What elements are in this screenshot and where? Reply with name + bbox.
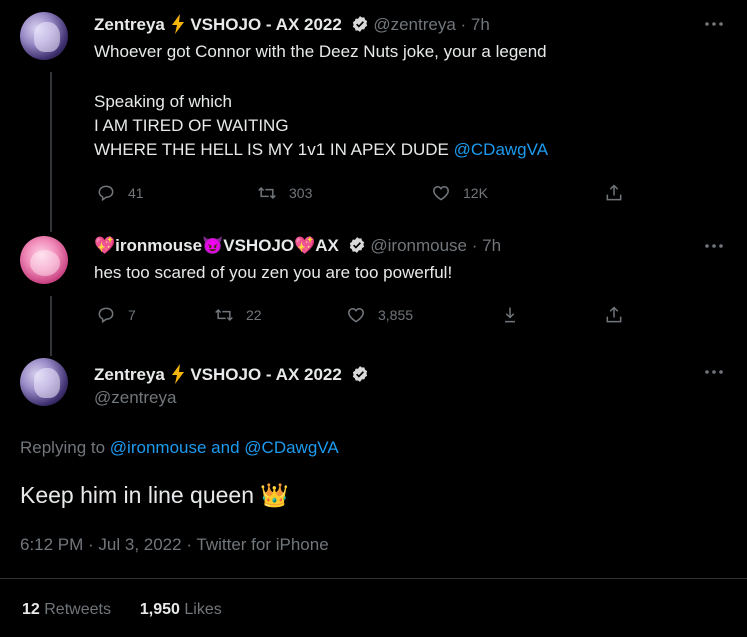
download-icon (505, 307, 515, 323)
avatar[interactable] (20, 236, 68, 284)
replying-prefix: Replying to (20, 438, 106, 457)
share-icon (606, 184, 622, 201)
more-options-icon[interactable] (704, 236, 724, 256)
reply-button[interactable]: 41 (96, 183, 144, 203)
timestamp[interactable]: 7h (471, 15, 490, 34)
like-label: Likes (184, 601, 222, 618)
tweet-text: hes too scared of you zen you are too po… (94, 263, 453, 282)
verified-badge-icon (352, 16, 367, 32)
divider (0, 578, 747, 579)
devil-emoji: 😈 (202, 236, 224, 255)
handle[interactable]: @zentreya (373, 15, 455, 34)
verified-badge-icon (349, 237, 364, 253)
display-name-part[interactable]: AX (315, 236, 339, 255)
tweet-text-line: I AM TIRED OF WAITING (94, 116, 289, 135)
retweet-button[interactable]: 22 (214, 305, 262, 325)
retweets-stat[interactable]: 12 Retweets (22, 601, 111, 618)
tweet-header: 💖ironmouse😈VSHOJO💖AX @ironmouse · 7h (94, 236, 501, 256)
share-icon (606, 306, 622, 323)
like-button[interactable]: 3,855 (346, 305, 413, 325)
reply-button[interactable]: 7 (96, 305, 136, 325)
main-tweet-name-row: Zentreya VSHOJO - AX 2022 (94, 364, 369, 385)
lightning-icon (171, 364, 184, 384)
engagement-stats: 12 Retweets 1,950 Likes (22, 600, 222, 620)
tweet-header: Zentreya VSHOJO - AX 2022 @zentreya · 7h (94, 14, 490, 35)
heart-emoji: 💖 (294, 236, 316, 255)
like-total: 1,950 (139, 601, 180, 618)
thread-line (50, 72, 52, 232)
display-name[interactable]: Zentreya (94, 365, 165, 384)
reply-count: 7 (128, 307, 136, 323)
like-count: 12K (463, 185, 488, 201)
tweet-text: WHERE THE HELL IS MY 1v1 IN APEX DUDE (94, 140, 449, 159)
separator: · (460, 15, 467, 34)
tweet-text-line: Speaking of which (94, 92, 232, 111)
tweet-text-line: Whoever got Connor with the Deez Nuts jo… (94, 42, 547, 61)
download-button[interactable] (500, 305, 520, 325)
retweet-count: 22 (246, 307, 262, 323)
retweet-label: Retweets (44, 601, 111, 618)
mention-link[interactable]: @CDawgVA (454, 140, 548, 159)
replying-user-link[interactable]: @ironmouse (110, 438, 207, 457)
handle[interactable]: @ironmouse (370, 236, 467, 255)
replying-to: Replying to @ironmouse and @CDawgVA (20, 438, 339, 458)
replying-and: and (211, 438, 240, 457)
heart-emoji: 💖 (94, 236, 116, 255)
more-options-icon[interactable] (704, 14, 724, 34)
main-tweet-text-row: Keep him in line queen 👑 (20, 480, 289, 510)
retweet-button[interactable]: 303 (257, 183, 312, 203)
verified-badge-icon (352, 366, 367, 382)
likes-stat[interactable]: 1,950 Likes (140, 601, 222, 618)
retweet-icon (258, 186, 276, 200)
thread-line (50, 296, 52, 356)
timestamp[interactable]: 7h (482, 236, 501, 255)
avatar[interactable] (20, 358, 68, 406)
main-tweet-text: Keep him in line queen (20, 482, 254, 508)
display-name[interactable]: Zentreya (94, 15, 165, 34)
handle[interactable]: @zentreya (94, 388, 176, 408)
display-name-part[interactable]: VSHOJO (223, 236, 294, 255)
separator: · (471, 236, 478, 255)
tweet-text-line-last: WHERE THE HELL IS MY 1v1 IN APEX DUDE @C… (94, 138, 548, 162)
reply-count: 41 (128, 185, 144, 201)
like-button[interactable]: 12K (431, 183, 488, 203)
share-button[interactable] (604, 305, 624, 325)
lightning-icon (171, 14, 184, 34)
heart-icon (348, 307, 364, 323)
display-name-suffix[interactable]: VSHOJO - AX 2022 (190, 365, 342, 384)
reply-icon (98, 185, 114, 202)
avatar[interactable] (20, 12, 68, 60)
reply-icon (98, 307, 114, 324)
retweet-count: 303 (289, 185, 313, 201)
display-name-suffix[interactable]: VSHOJO - AX 2022 (190, 15, 342, 34)
replying-user-link[interactable]: @CDawgVA (244, 438, 338, 457)
more-options-icon[interactable] (704, 362, 724, 382)
share-button[interactable] (604, 183, 624, 203)
crown-emoji: 👑 (260, 482, 290, 508)
retweet-total: 12 (22, 601, 40, 618)
tweet-timestamp[interactable]: 6:12 PM · Jul 3, 2022 · Twitter for iPho… (20, 535, 329, 555)
like-count: 3,855 (378, 307, 414, 323)
heart-icon (433, 185, 449, 201)
retweet-icon (215, 308, 233, 322)
display-name[interactable]: ironmouse (115, 236, 202, 255)
